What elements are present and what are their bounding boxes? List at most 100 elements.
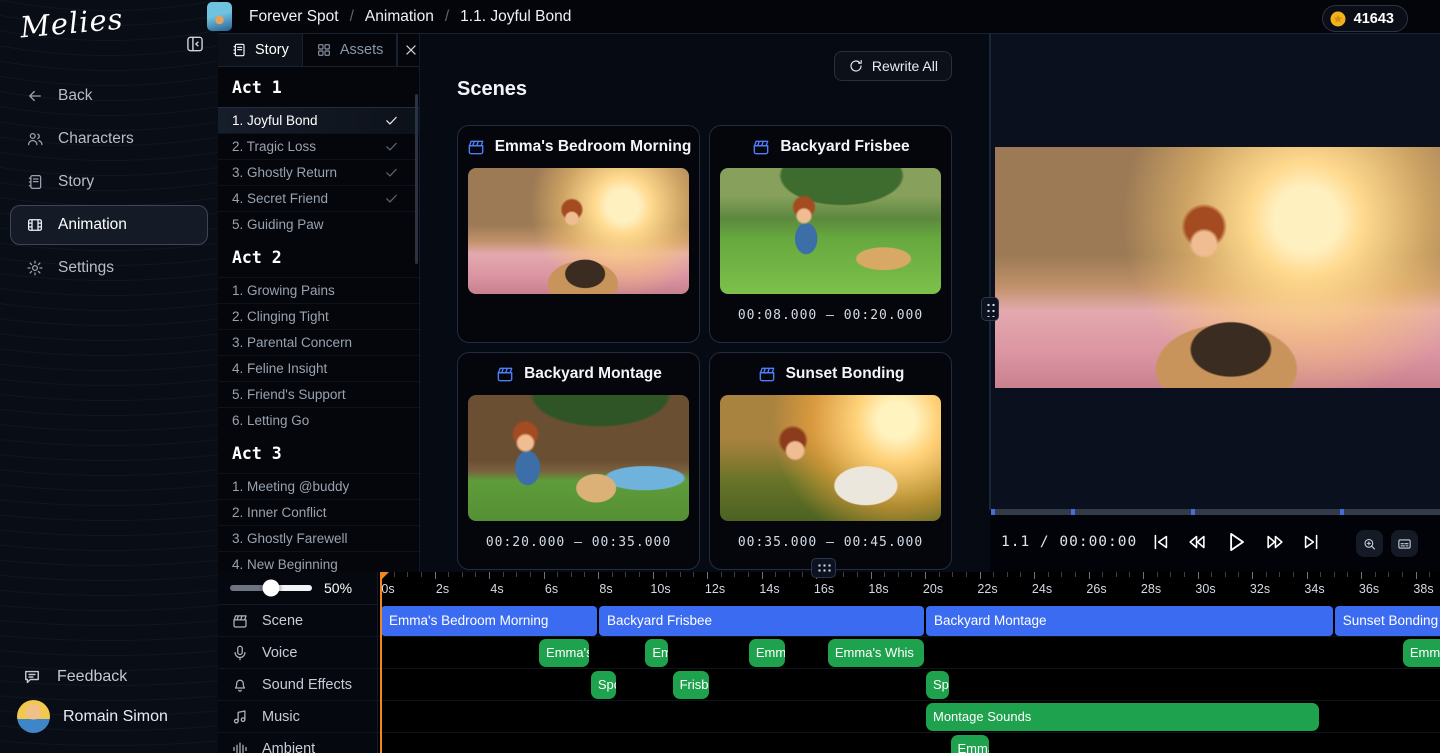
track-row-scene[interactable]: Emma's Bedroom MorningBackyard Frisbee Ba… <box>378 605 1440 637</box>
scene-card-sunset-bonding[interactable]: Sunset Bonding00:35.000 – 00:45.000 <box>709 352 952 570</box>
ruler-tick <box>898 572 899 577</box>
clip-emma-s-whis[interactable]: Emma's Whis <box>828 639 924 667</box>
playhead[interactable] <box>380 572 382 753</box>
check-icon <box>384 139 399 154</box>
panel-resize-handle[interactable] <box>981 297 999 321</box>
sidebar-item-label: Story <box>58 173 94 191</box>
clip-label: Sunset Bonding <box>1343 613 1438 628</box>
skip-start-icon <box>1149 531 1171 553</box>
story-item-1-growing-pains[interactable]: 1. Growing Pains <box>218 277 419 303</box>
clip-label: Backyard Montage <box>934 613 1047 628</box>
story-item-2-inner-conflict[interactable]: 2. Inner Conflict <box>218 499 419 525</box>
story-item-1-meeting-buddy[interactable]: 1. Meeting @buddy <box>218 473 419 499</box>
scene-thumbnail[interactable] <box>720 395 941 521</box>
scene-card-title: Emma's Bedroom Morning <box>495 138 692 156</box>
story-item-5-friend-s-support[interactable]: 5. Friend's Support <box>218 381 419 407</box>
track-row-music[interactable]: Montage Sounds <box>378 701 1440 733</box>
app-logo[interactable]: Melies <box>19 2 125 45</box>
sidebar-item-characters[interactable]: Characters <box>10 119 208 159</box>
scene-thumbnail[interactable] <box>468 168 689 294</box>
timeline-zoom-slider[interactable] <box>230 585 312 591</box>
skip-start-button[interactable] <box>1149 531 1171 556</box>
clip-emma-s[interactable]: Emma's <box>539 639 589 667</box>
fast-forward-button[interactable] <box>1264 531 1286 556</box>
clip-sunset-bonding[interactable]: Sunset Bonding <box>1335 606 1440 636</box>
track-row-sound-effects[interactable]: Spo Frisbe Spo <box>378 669 1440 701</box>
story-item-3-ghostly-farewell[interactable]: 3. Ghostly Farewell <box>218 525 419 551</box>
scene-card-backyard-frisbee[interactable]: Backyard Frisbee00:08.000 – 00:20.000 <box>709 125 952 343</box>
story-outline: Act 11. Joyful Bond2. Tragic Loss3. Ghos… <box>218 67 419 572</box>
track-row-ambient[interactable]: Emma <box>378 733 1440 753</box>
track-label-music[interactable]: Music <box>218 701 377 733</box>
skip-end-icon <box>1301 531 1323 553</box>
track-label-ambient[interactable]: Ambient <box>218 733 377 753</box>
story-item-5-guiding-paw[interactable]: 5. Guiding Paw <box>218 211 419 237</box>
timeline-resize-handle[interactable] <box>811 558 836 578</box>
track-row-voice[interactable]: Emma's Emma Emma Emma's Whis Emma <box>378 637 1440 669</box>
sidebar-item-back[interactable]: Back <box>10 76 208 116</box>
story-item-4-secret-friend[interactable]: 4. Secret Friend <box>218 185 419 211</box>
breadcrumb-scene[interactable]: 1.1. Joyful Bond <box>460 8 571 26</box>
story-item-4-new-beginning[interactable]: 4. New Beginning <box>218 551 419 572</box>
breadcrumb-project[interactable]: Forever Spot <box>249 8 339 26</box>
story-item-1-joyful-bond[interactable]: 1. Joyful Bond <box>218 107 419 133</box>
video-preview[interactable] <box>995 147 1440 388</box>
sidebar-item-animation[interactable]: Animation <box>10 205 208 245</box>
track-label-voice[interactable]: Voice <box>218 637 377 669</box>
tab-story[interactable]: Story <box>218 34 303 66</box>
clip-emma[interactable]: Emma <box>645 639 668 667</box>
clip-spo[interactable]: Spo <box>591 671 616 699</box>
sidebar-item-settings[interactable]: Settings <box>10 248 208 288</box>
music-note-icon <box>231 708 249 726</box>
clip-label: Montage Sounds <box>933 709 1031 724</box>
track-label-sound-effects[interactable]: Sound Effects <box>218 669 377 701</box>
skip-end-button[interactable] <box>1301 531 1323 556</box>
story-item-3-ghostly-return[interactable]: 3. Ghostly Return <box>218 159 419 185</box>
clip-emma[interactable]: Emma <box>951 735 990 753</box>
clip-backyard-montage[interactable]: Backyard Montage <box>926 606 1333 636</box>
track-label-scene[interactable]: Scene <box>218 605 377 637</box>
clip-label: Emma's Whis <box>835 645 914 660</box>
story-item-2-clinging-tight[interactable]: 2. Clinging Tight <box>218 303 419 329</box>
story-item-4-feline-insight[interactable]: 4. Feline Insight <box>218 355 419 381</box>
ruler-label: 38s <box>1413 582 1433 596</box>
story-item-2-tragic-loss[interactable]: 2. Tragic Loss <box>218 133 419 159</box>
scene-thumbnail[interactable] <box>468 395 689 521</box>
credits-badge[interactable]: 41643 <box>1322 5 1408 32</box>
sidebar-item-story[interactable]: Story <box>10 162 208 202</box>
scene-card-backyard-montage[interactable]: Backyard Montage00:20.000 – 00:35.000 <box>457 352 700 570</box>
ruler-tick <box>394 572 395 577</box>
rewrite-icon <box>848 58 864 74</box>
scene-thumbnail[interactable] <box>720 168 941 294</box>
captions-button[interactable] <box>1391 530 1418 557</box>
breadcrumb-section[interactable]: Animation <box>365 8 434 26</box>
timeline-ruler[interactable]: 0s2s4s6s8s10s12s14s16s18s20s22s24s26s28s… <box>378 572 1440 605</box>
story-item-6-letting-go[interactable]: 6. Letting Go <box>218 407 419 433</box>
user-menu[interactable]: Romain Simon <box>17 700 168 733</box>
play-button[interactable] <box>1223 529 1249 558</box>
clip-montage-sounds[interactable]: Montage Sounds <box>926 703 1319 731</box>
rewind-button[interactable] <box>1186 531 1208 556</box>
feedback-button[interactable]: Feedback <box>22 667 127 687</box>
clip-spo[interactable]: Spo <box>926 671 949 699</box>
clip-emma[interactable]: Emma <box>1403 639 1440 667</box>
ruler-tick <box>435 572 436 579</box>
clip-backyard-frisbee[interactable]: Backyard Frisbee <box>599 606 924 636</box>
clip-emma[interactable]: Emma <box>749 639 785 667</box>
rewrite-all-button[interactable]: Rewrite All <box>834 51 952 81</box>
zoom-in-button[interactable] <box>1356 530 1383 557</box>
clip-emma-s-bedroom-morning[interactable]: Emma's Bedroom Morning <box>381 606 597 636</box>
zoom-level: 50% <box>324 580 352 596</box>
story-scrollbar[interactable] <box>415 94 418 264</box>
story-item-3-parental-concern[interactable]: 3. Parental Concern <box>218 329 419 355</box>
tab-assets[interactable]: Assets <box>303 34 398 66</box>
ruler-tick <box>925 572 926 579</box>
zoom-slider-knob[interactable] <box>263 580 280 597</box>
clip-frisbe[interactable]: Frisbe <box>673 671 709 699</box>
sidebar-collapse-button[interactable] <box>185 34 205 54</box>
story-item-label: 4. New Beginning <box>232 557 338 572</box>
story-panel-tabs: Story Assets <box>218 34 419 67</box>
ruler-label: 30s <box>1195 582 1215 596</box>
scene-card-emma-s-bedroom-morning[interactable]: Emma's Bedroom Morning <box>457 125 700 343</box>
project-thumbnail[interactable] <box>207 2 232 31</box>
